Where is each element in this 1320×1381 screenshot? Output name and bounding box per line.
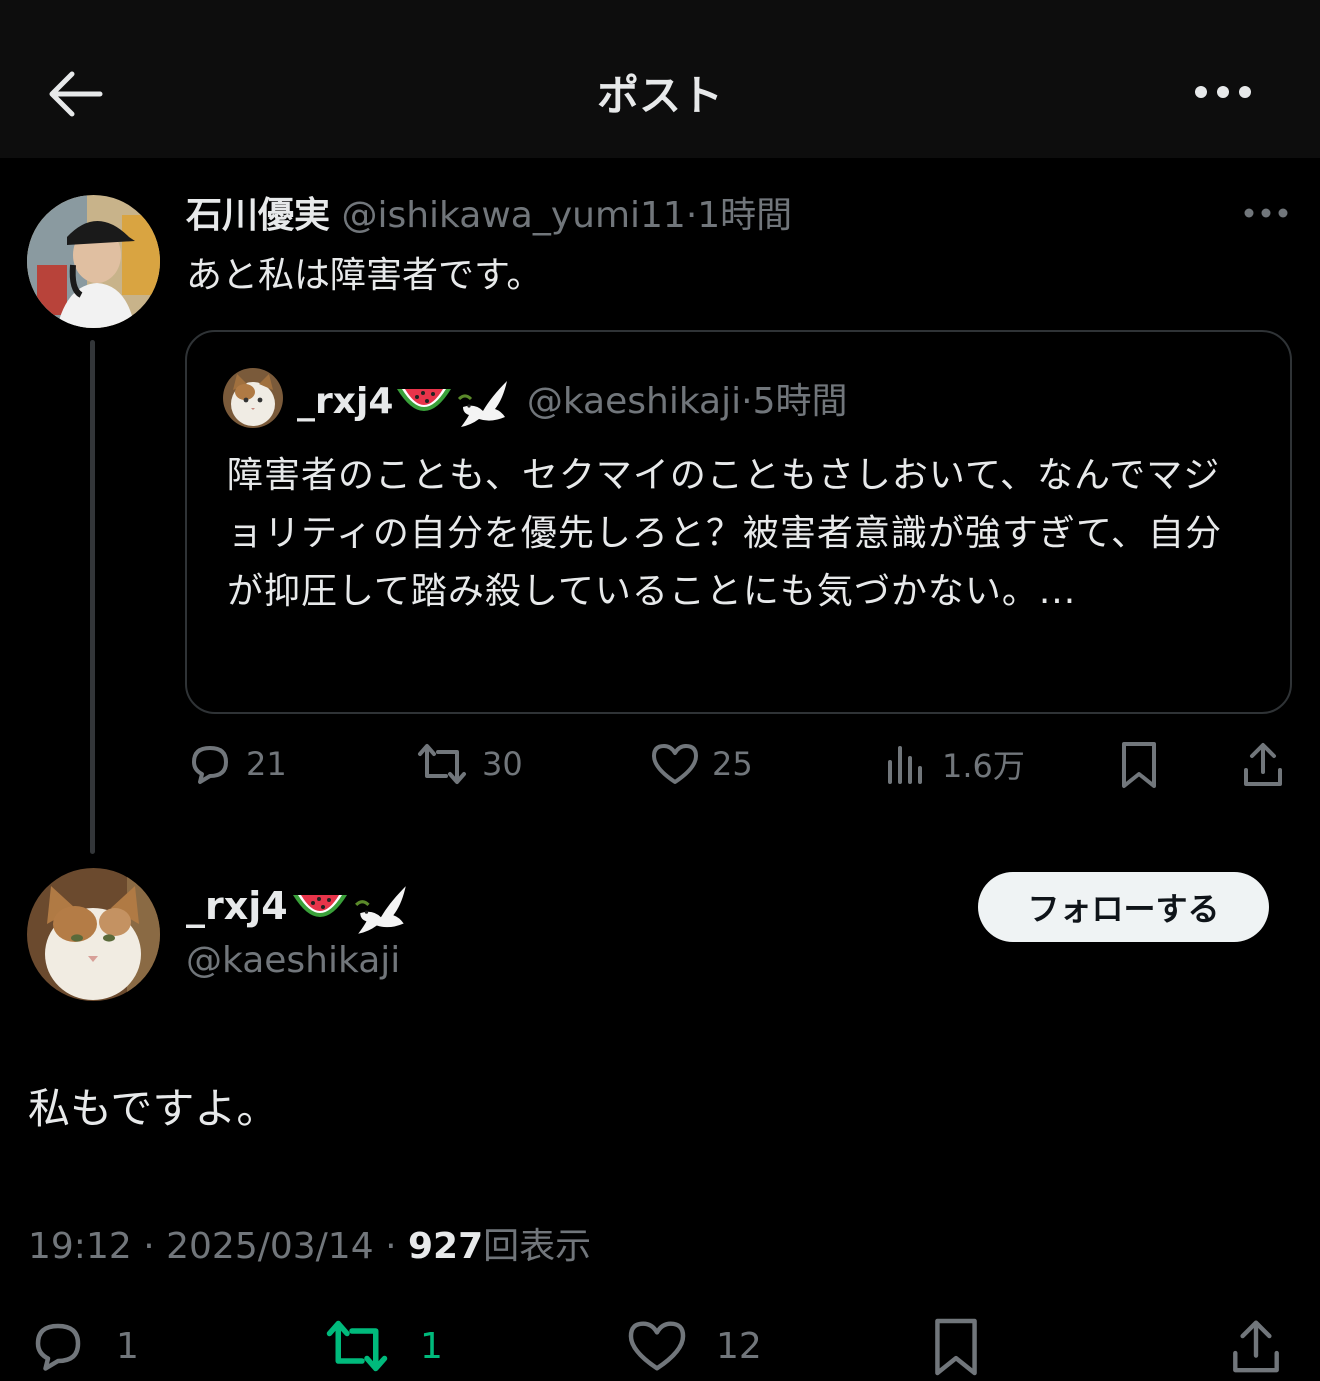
repost-icon: [326, 1320, 388, 1372]
bookmark-icon[interactable]: [1118, 740, 1160, 790]
separator: ·: [685, 195, 698, 236]
main-action-bar: 1 1 12: [0, 1316, 1320, 1380]
heart-icon: [652, 744, 698, 784]
main-author-name-text: _rxj4: [186, 884, 288, 928]
post-more-icon[interactable]: [1242, 204, 1290, 222]
share-icon[interactable]: [1228, 1316, 1284, 1378]
like-button[interactable]: 12: [626, 1316, 762, 1376]
like-count: 12: [716, 1325, 762, 1367]
post-text: あと私は障害者です。: [186, 255, 543, 296]
watermelon-icon: [292, 894, 347, 917]
view-count-number: 927: [407, 1226, 484, 1267]
like-button[interactable]: 25: [650, 740, 753, 788]
repost-button[interactable]: 1: [322, 1316, 443, 1376]
page-title: ポスト: [596, 71, 723, 120]
reply-button[interactable]: 1: [28, 1316, 139, 1376]
avatar-cat[interactable]: [27, 868, 160, 1001]
author-handle[interactable]: @ishikawa_yumi11: [341, 195, 685, 236]
reply-count: 1: [116, 1325, 139, 1367]
reply-icon: [192, 746, 228, 784]
quote-author-name[interactable]: _rxj4: [297, 381, 393, 422]
avatar-quote-cat: [223, 368, 283, 428]
quote-handle[interactable]: @kaeshikaji: [527, 381, 741, 422]
reply-count: 21: [246, 745, 287, 783]
follow-button[interactable]: フォローする: [978, 872, 1269, 942]
analytics-icon: [888, 746, 922, 784]
main-post-text: 私もですよ。: [28, 1084, 279, 1133]
post-meta: 19:12 · 2025/03/14 · 927回表示: [28, 1222, 591, 1272]
dove-icon: [354, 885, 406, 934]
top-bar: ポスト: [0, 0, 1320, 158]
bookmark-icon[interactable]: [930, 1316, 982, 1378]
watermelon-icon: [397, 389, 452, 411]
like-count: 25: [712, 745, 753, 783]
quoted-post[interactable]: _rxj4 @kaeshikaji·5時間 障害者のことも、セクマイのこともさし…: [185, 330, 1292, 714]
separator: ·: [385, 1226, 397, 1267]
main-author-name[interactable]: _rxj4: [186, 880, 414, 936]
main-author-handle[interactable]: @kaeshikaji: [186, 936, 400, 986]
separator: ·: [143, 1226, 155, 1267]
view-count: 1.6万: [942, 747, 1025, 785]
parent-action-bar: 21 30 25 1.6万: [0, 740, 1320, 792]
repost-icon: [418, 744, 466, 784]
post-time[interactable]: 19:12: [28, 1226, 132, 1267]
heart-icon: [628, 1321, 686, 1371]
author-name[interactable]: 石川優実: [186, 195, 330, 236]
avatar-ishikawa[interactable]: [27, 195, 160, 328]
reply-icon: [35, 1323, 81, 1371]
repost-button[interactable]: 30: [414, 740, 523, 788]
more-options-icon[interactable]: [1192, 80, 1254, 104]
repost-count: 30: [482, 745, 523, 783]
quote-header: _rxj4 @kaeshikaji·5時間: [297, 377, 847, 429]
post-time[interactable]: 1時間: [697, 195, 792, 236]
separator: ·: [741, 381, 753, 422]
dove-icon: [458, 381, 508, 427]
reply-button[interactable]: 21: [186, 740, 287, 788]
repost-count: 1: [420, 1325, 443, 1367]
post-date[interactable]: 2025/03/14: [166, 1226, 374, 1267]
parent-post-header: 石川優実 @ishikawa_yumi11·1時間: [186, 192, 792, 240]
quote-text: 障害者のことも、セクマイのこともさしおいて、なんでマジョリティの自分を優先しろと…: [227, 455, 1223, 612]
views-button[interactable]: 1.6万: [884, 740, 1025, 788]
view-count-label: 回表示: [483, 1226, 592, 1267]
share-icon[interactable]: [1240, 740, 1286, 790]
quote-time: 5時間: [752, 381, 848, 422]
